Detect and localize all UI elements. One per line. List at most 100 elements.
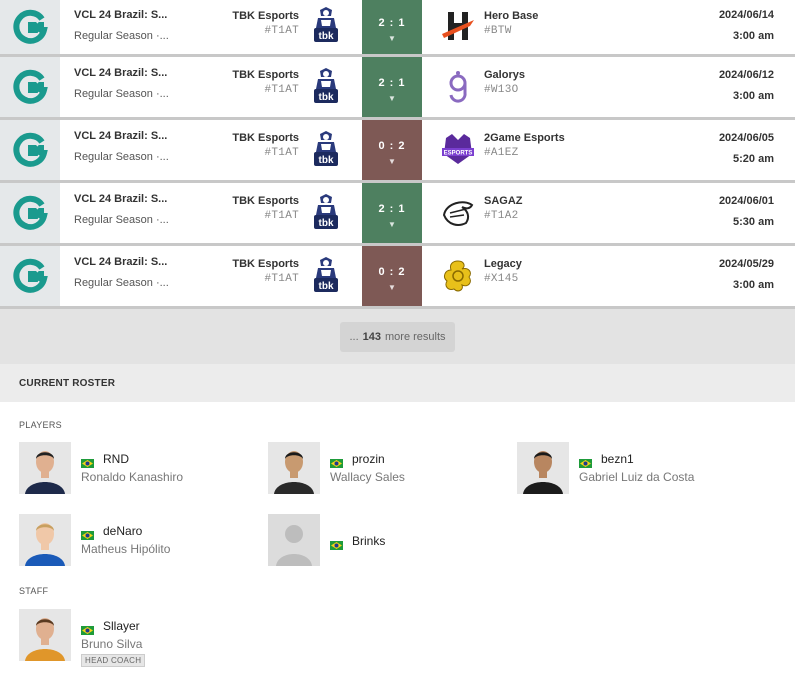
team2-tag: #T1A2 [484,210,519,222]
event-info: VCL 24 Brazil: S... Regular Season ·... [74,9,234,42]
player-card[interactable]: Brinks [268,514,508,566]
match-date: 2024/05/29 [718,258,774,270]
score-box[interactable]: 2 : 1 ▼ [362,0,422,54]
team2-info: Legacy #X145 [484,258,522,285]
team2-name: Hero Base [484,10,539,22]
team2-info: 2Game Esports #A1EZ [484,132,565,159]
player-card[interactable]: bezn1 Gabriel Luiz da Costa [517,442,757,494]
svg-text:tbk: tbk [319,218,334,229]
team1-info: TBK Esports #T1AT [232,10,299,37]
team1-info: TBK Esports #T1AT [232,132,299,159]
legacy-logo [440,258,476,294]
team1-tag: #T1AT [264,210,299,222]
tbk-esports-logo: tbk [310,6,342,44]
match-score: 2 : 1 [378,203,406,215]
match-datetime: 2024/06/12 3:00 am [719,69,774,102]
team2-tag: #W13O [484,84,519,96]
staff-handle: Sllayer [103,619,140,633]
staff-label: STAFF [19,586,49,596]
match-time: 3:00 am [733,30,774,42]
player-handle: RND [103,452,129,466]
match-row[interactable]: VCL 24 Brazil: S... Regular Season ·... … [0,0,795,57]
avatar [19,609,71,661]
event-stage: Regular Season ·... [74,30,169,42]
brazil-flag-icon [579,455,592,468]
roster-body: PLAYERS STAFF RND Ronaldo Kanashiro proz… [0,402,795,677]
more-results-prefix: ... [349,330,359,343]
svg-text:tbk: tbk [319,31,334,42]
score-box[interactable]: 0 : 2 ▼ [362,246,422,306]
team2-name: 2Game Esports [484,132,565,144]
match-time: 3:00 am [733,279,774,291]
team1-tag: #T1AT [264,273,299,285]
staff-real-name: Bruno Silva [81,637,143,651]
player-handle: bezn1 [601,452,634,466]
event-stage: Regular Season ·... [74,151,169,163]
team2-info: Hero Base #BTW [484,10,538,37]
match-row[interactable]: VCL 24 Brazil: S... Regular Season ·... … [0,57,795,120]
score-box[interactable]: 2 : 1 ▼ [362,57,422,117]
player-handle: deNaro [103,524,143,538]
brazil-flag-icon [81,455,94,468]
match-time: 5:20 am [733,153,774,165]
team2-tag: #A1EZ [484,147,519,159]
chevron-down-icon: ▼ [388,220,396,229]
team1-tag: #T1AT [264,84,299,96]
match-score: 2 : 1 [378,17,406,29]
brazil-flag-icon [330,537,343,550]
event-name: VCL 24 Brazil: S... [74,256,168,268]
staff-card[interactable]: Sllayer Bruno Silva HEAD COACH [19,609,259,667]
event-name: VCL 24 Brazil: S... [74,9,168,21]
event-stage: Regular Season ·... [74,277,169,289]
player-real-name: Ronaldo Kanashiro [81,470,184,484]
event-name: VCL 24 Brazil: S... [74,67,168,79]
team2-name: Galorys [484,69,525,81]
tbk-esports-logo: tbk [310,67,342,105]
more-results-bar: ... 143 more results [0,309,795,364]
match-score: 0 : 2 [378,266,406,278]
more-results-button[interactable]: ... 143 more results [340,321,455,352]
chevron-down-icon: ▼ [388,157,396,166]
event-info: VCL 24 Brazil: S... Regular Season ·... [74,67,234,100]
match-time: 5:30 am [733,216,774,228]
svg-text:ESPORTS: ESPORTS [444,151,473,157]
more-results-label: more results [385,330,446,343]
match-datetime: 2024/06/01 5:30 am [719,195,774,228]
players-label: PLAYERS [19,420,62,430]
event-name: VCL 24 Brazil: S... [74,130,168,142]
score-box[interactable]: 0 : 2 ▼ [362,120,422,180]
player-card[interactable]: prozin Wallacy Sales [268,442,508,494]
team2-info: Galorys #W13O [484,69,525,96]
team1-name: TBK Esports [232,195,299,207]
player-card[interactable]: RND Ronaldo Kanashiro [19,442,259,494]
match-score: 2 : 1 [378,77,406,89]
team1-name: TBK Esports [232,258,299,270]
tbk-esports-logo: tbk [310,193,342,231]
match-row[interactable]: VCL 24 Brazil: S... Regular Season ·... … [0,183,795,246]
event-stage: Regular Season ·... [74,214,169,226]
match-score: 0 : 2 [378,140,406,152]
match-datetime: 2024/06/05 5:20 am [719,132,774,165]
match-date: 2024/06/14 [718,9,774,21]
match-row[interactable]: VCL 24 Brazil: S... Regular Season ·... … [0,246,795,309]
svg-text:tbk: tbk [319,155,334,166]
tbk-esports-logo: tbk [310,130,342,168]
2game-esports-logo: ESPORTS [440,132,476,168]
tbk-esports-logo: tbk [310,256,342,294]
match-row[interactable]: VCL 24 Brazil: S... Regular Season ·... … [0,120,795,183]
event-logo [0,246,60,306]
match-date: 2024/06/05 [718,132,774,144]
avatar [19,442,71,494]
svg-text:tbk: tbk [319,281,334,292]
brazil-flag-icon [330,455,343,468]
brazil-flag-icon [81,527,94,540]
galorys-logo [440,69,476,105]
score-box[interactable]: 2 : 1 ▼ [362,183,422,243]
team1-name: TBK Esports [232,10,299,22]
chevron-down-icon: ▼ [388,94,396,103]
match-date: 2024/06/12 [718,69,774,81]
sagaz-logo [440,195,476,231]
team1-info: TBK Esports #T1AT [232,195,299,222]
player-card[interactable]: deNaro Matheus Hipólito [19,514,259,566]
event-info: VCL 24 Brazil: S... Regular Season ·... [74,130,234,163]
